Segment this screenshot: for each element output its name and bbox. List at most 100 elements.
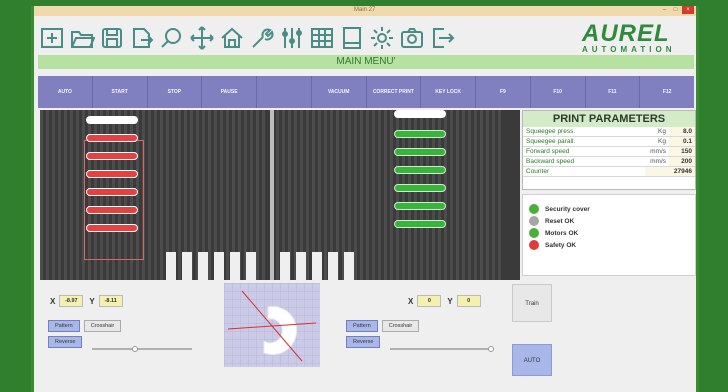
fkey-correct-print[interactable]: CORRECT PRINT: [367, 76, 422, 108]
tool-icon[interactable]: [248, 23, 276, 53]
pad-red: [86, 134, 138, 142]
fkey-f12[interactable]: F12: [640, 76, 694, 108]
param-row[interactable]: Forward speed mm/s 150: [523, 147, 695, 157]
minimize-button[interactable]: –: [660, 6, 669, 14]
x-value-field[interactable]: -8.97: [59, 295, 84, 307]
status-panel: Security cover Reset OK Motors OK Safety…: [522, 194, 696, 276]
param-row[interactable]: Squeegee press. Kg 8.0: [523, 127, 695, 137]
param-value[interactable]: 150: [669, 147, 695, 156]
logout-icon[interactable]: [428, 23, 456, 53]
finger: [246, 252, 256, 280]
status-indicator-icon: [529, 204, 539, 214]
param-label: Forward speed: [526, 148, 570, 155]
pad-green: [394, 166, 446, 174]
home-icon[interactable]: [218, 23, 246, 53]
left-slider[interactable]: [92, 346, 192, 352]
camera-divider: [270, 110, 274, 280]
camera-right[interactable]: [276, 110, 504, 280]
search-icon[interactable]: [158, 23, 186, 53]
y-value-field[interactable]: -8.11: [98, 295, 123, 307]
y-label: Y: [447, 296, 453, 306]
pattern-preview: [224, 283, 320, 367]
param-row: Counter 27946: [523, 167, 695, 177]
param-unit: mm/s: [650, 148, 666, 155]
title-bar: Main 27 – □ ×: [34, 6, 696, 16]
status-indicator-icon: [529, 216, 539, 226]
print-parameters-title: PRINT PARAMETERS: [523, 111, 695, 127]
pad-green: [394, 130, 446, 138]
finger: [328, 252, 338, 280]
param-row[interactable]: Backward speed mm/s 200: [523, 157, 695, 167]
gear-icon[interactable]: [368, 23, 396, 53]
crosshair-button[interactable]: Crosshair: [83, 320, 122, 332]
param-label: Squeegee press.: [526, 128, 576, 135]
coordinates: X -8.97 Y -8.11: [44, 292, 220, 310]
move-icon[interactable]: [188, 23, 216, 53]
param-unit: Kg: [658, 128, 666, 135]
finger: [182, 252, 192, 280]
toolbar: [38, 20, 456, 56]
coordinates: X 0 Y 0: [402, 292, 518, 310]
y-value-field[interactable]: 0: [456, 295, 481, 307]
menu-title: MAIN MENU': [38, 55, 694, 69]
slider-thumb[interactable]: [132, 346, 138, 352]
fingers-right: [280, 252, 354, 280]
sliders-icon[interactable]: [278, 23, 306, 53]
fkey-key-lock[interactable]: KEY LOCK: [421, 76, 476, 108]
right-camera-controls: X 0 Y 0 Pattern Crosshair Reverse: [342, 284, 518, 384]
new-icon[interactable]: [38, 23, 66, 53]
train-button[interactable]: Train: [512, 284, 552, 322]
pattern-button[interactable]: Pattern: [346, 320, 378, 332]
auto-button[interactable]: AUTO: [512, 344, 552, 376]
param-value[interactable]: 0.1: [669, 137, 695, 146]
counter-value: 27946: [645, 167, 695, 176]
camera-left[interactable]: [40, 110, 268, 280]
fkey-f10[interactable]: F10: [531, 76, 586, 108]
fingers-left: [166, 252, 256, 280]
status-item: Motors OK: [529, 227, 695, 239]
pad-red: [86, 170, 138, 178]
param-value[interactable]: 8.0: [669, 127, 695, 136]
button-row: Pattern Crosshair: [346, 320, 518, 332]
camera-icon[interactable]: [398, 23, 426, 53]
maximize-button[interactable]: □: [671, 6, 680, 14]
status-indicator-icon: [529, 228, 539, 238]
slider-thumb[interactable]: [488, 346, 494, 352]
fkey-stop[interactable]: STOP: [148, 76, 203, 108]
status-item: Security cover: [529, 203, 695, 215]
fkey-f9[interactable]: F9: [476, 76, 531, 108]
pattern-button[interactable]: Pattern: [48, 320, 80, 332]
right-slider[interactable]: [390, 346, 494, 352]
fkey-auto[interactable]: AUTO: [38, 76, 93, 108]
param-label: Counter: [526, 168, 550, 175]
param-row[interactable]: Squeegee parall. Kg 0.1: [523, 137, 695, 147]
window-controls: – □ ×: [660, 6, 694, 14]
preview-graphic: [224, 283, 320, 367]
status-indicator-icon: [529, 240, 539, 250]
fkey-empty[interactable]: [257, 76, 312, 108]
app-window: Main 27 – □ × AUREL AUTOMATION MAIN MENU…: [31, 6, 699, 392]
window-icon[interactable]: [338, 23, 366, 53]
crosshair-button[interactable]: Crosshair: [381, 320, 420, 332]
reverse-button[interactable]: Reverse: [346, 336, 381, 348]
logo-subtitle: AUTOMATION: [582, 45, 676, 54]
finger: [166, 252, 176, 280]
fkey-pause[interactable]: PAUSE: [202, 76, 257, 108]
reverse-button[interactable]: Reverse: [48, 336, 83, 348]
fkey-vacuum[interactable]: VACUUM: [312, 76, 367, 108]
brand-logo: AUREL AUTOMATION: [582, 20, 690, 60]
close-button[interactable]: ×: [682, 6, 694, 14]
param-unit: [617, 167, 645, 176]
export-icon[interactable]: [128, 23, 156, 53]
pad-white: [394, 110, 446, 118]
finger: [198, 252, 208, 280]
open-folder-icon[interactable]: [68, 23, 96, 53]
fkey-f11[interactable]: F11: [586, 76, 641, 108]
fkey-start[interactable]: START: [93, 76, 148, 108]
save-icon[interactable]: [98, 23, 126, 53]
status-label: Motors OK: [545, 229, 579, 237]
pad-white: [86, 116, 138, 124]
table-icon[interactable]: [308, 23, 336, 53]
param-value[interactable]: 200: [669, 157, 695, 166]
x-value-field[interactable]: 0: [417, 295, 442, 307]
